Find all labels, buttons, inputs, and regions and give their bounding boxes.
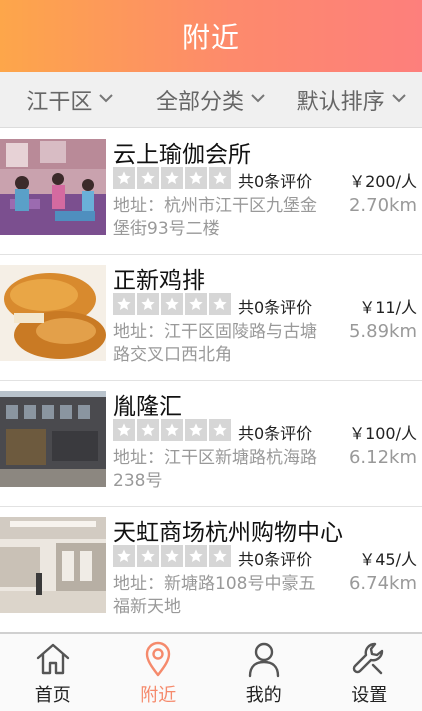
- star-icon: [161, 167, 183, 189]
- filter-category-label: 全部分类: [156, 89, 245, 115]
- review-count: 共0条评价: [238, 550, 313, 569]
- star-icon: [161, 293, 183, 315]
- filter-sort[interactable]: 默认排序: [281, 84, 422, 116]
- star-icon: [113, 293, 135, 315]
- list-item[interactable]: 天虹商场杭州购物中心 共0条评价 ￥45/人 地址：新塘路108号中豪五福新天地…: [0, 507, 422, 633]
- price-per-person: ￥11/人: [359, 298, 417, 317]
- shop-address: 地址：杭州市江干区九堡金堡街93号二楼: [113, 196, 317, 239]
- star-icon: [113, 419, 135, 441]
- tab-settings[interactable]: 设置: [317, 634, 422, 711]
- chevron-down-icon: [99, 93, 114, 102]
- shop-thumbnail: [0, 139, 106, 235]
- filter-bar: 江干区 全部分类 默认排序: [0, 72, 422, 128]
- list-item[interactable]: 正新鸡排 共0条评价 ￥11/人 地址：江干区固陵路与古塘路交叉口西北角 5.8…: [0, 255, 422, 381]
- shop-thumbnail: [0, 265, 106, 361]
- star-icon: [161, 419, 183, 441]
- review-count: 共0条评价: [238, 298, 313, 317]
- tab-nearby[interactable]: 附近: [106, 634, 212, 711]
- star-icon: [185, 167, 207, 189]
- tab-mine-label: 我的: [245, 684, 282, 706]
- shop-name: 胤隆汇: [113, 394, 182, 420]
- star-icon: [209, 545, 231, 567]
- price-per-person: ￥200/人: [349, 172, 417, 191]
- shop-name: 正新鸡排: [113, 268, 205, 294]
- tab-mine[interactable]: 我的: [211, 634, 317, 711]
- shop-address: 地址：新塘路108号中豪五福新天地: [113, 574, 316, 617]
- user-icon: [248, 642, 279, 677]
- price-per-person: ￥100/人: [349, 424, 417, 443]
- list-item[interactable]: 胤隆汇 共0条评价 ￥100/人 地址：江干区新塘路杭海路238号 6.12km: [0, 381, 422, 507]
- shop-distance: 6.74km: [348, 573, 417, 594]
- shop-thumbnail: [0, 391, 106, 487]
- shop-thumbnail: [0, 517, 106, 613]
- star-icon: [161, 545, 183, 567]
- price-per-person: ￥45/人: [359, 550, 417, 569]
- star-icon: [113, 545, 135, 567]
- rating-stars: [113, 293, 233, 315]
- shop-name: 天虹商场杭州购物中心: [113, 520, 343, 546]
- rating-stars: [113, 167, 233, 189]
- tab-home[interactable]: 首页: [0, 634, 106, 711]
- rating-stars: [113, 545, 233, 567]
- star-icon: [137, 167, 159, 189]
- header-bar: 附近: [0, 0, 422, 72]
- star-icon: [209, 167, 231, 189]
- review-count: 共0条评价: [238, 172, 313, 191]
- wrench-icon: [353, 642, 384, 674]
- star-icon: [185, 545, 207, 567]
- star-icon: [185, 293, 207, 315]
- bottom-tab-bar: 首页 附近 我的 设置: [0, 632, 422, 711]
- shop-distance: 5.89km: [348, 321, 417, 342]
- filter-sort-label: 默认排序: [296, 89, 385, 115]
- shop-name: 云上瑜伽会所: [113, 142, 251, 168]
- shop-list: 云上瑜伽会所 共0条评价 ￥200/人 地址：杭州市江干区九堡金堡街93号二楼 …: [0, 129, 422, 633]
- chevron-down-icon: [391, 93, 406, 102]
- shop-address: 地址：江干区新塘路杭海路238号: [113, 448, 317, 491]
- page-title: 附近: [181, 21, 240, 54]
- filter-category[interactable]: 全部分类: [141, 84, 282, 116]
- tab-nearby-label: 附近: [140, 684, 177, 706]
- star-icon: [113, 167, 135, 189]
- star-icon: [209, 419, 231, 441]
- tab-home-label: 首页: [34, 684, 71, 706]
- filter-district[interactable]: 江干区: [0, 84, 141, 116]
- filter-district-label: 江干区: [26, 89, 93, 115]
- review-count: 共0条评价: [238, 424, 313, 443]
- star-icon: [185, 419, 207, 441]
- home-icon: [36, 643, 69, 674]
- shop-distance: 2.70km: [348, 195, 417, 216]
- star-icon: [137, 545, 159, 567]
- star-icon: [137, 419, 159, 441]
- location-pin-icon: [146, 641, 171, 676]
- star-icon: [137, 293, 159, 315]
- chevron-down-icon: [251, 93, 265, 102]
- shop-address: 地址：江干区固陵路与古塘路交叉口西北角: [113, 322, 317, 365]
- list-item[interactable]: 云上瑜伽会所 共0条评价 ￥200/人 地址：杭州市江干区九堡金堡街93号二楼 …: [0, 129, 422, 255]
- rating-stars: [113, 419, 233, 441]
- tab-settings-label: 设置: [351, 684, 388, 706]
- star-icon: [209, 293, 231, 315]
- shop-distance: 6.12km: [348, 447, 417, 468]
